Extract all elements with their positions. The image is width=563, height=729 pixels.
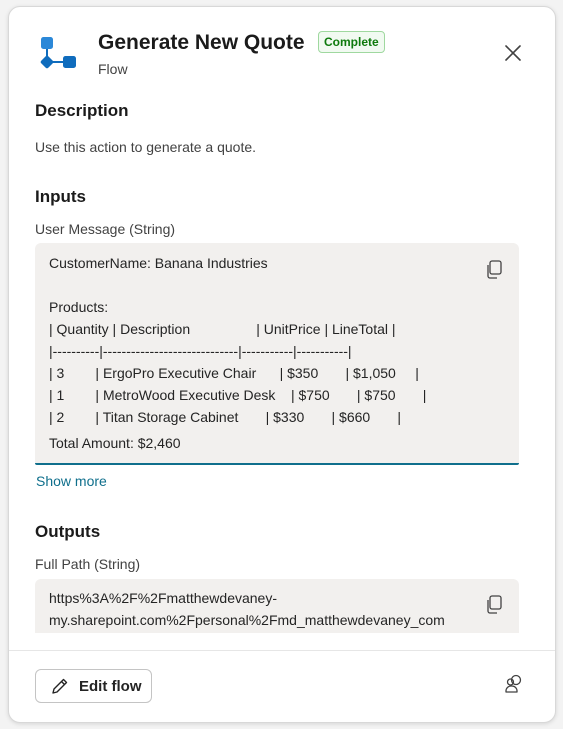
user-message-value-box[interactable]: CustomerName: Banana Industries Products… <box>35 243 519 465</box>
input-line: | 2 | Titan Storage Cabinet | $330 | $66… <box>49 409 402 425</box>
edit-flow-label: Edit flow <box>79 678 142 695</box>
input-line: Total Amount: $2,460 <box>49 435 181 451</box>
copy-icon[interactable] <box>485 260 503 280</box>
input-line: CustomerName: Banana Industries <box>49 255 268 271</box>
input-line: | 1 | MetroWood Executive Desk | $750 | … <box>49 387 427 403</box>
edit-flow-button[interactable]: Edit flow <box>35 669 152 703</box>
description-text: Use this action to generate a quote. <box>35 139 257 155</box>
footer-divider <box>9 650 555 651</box>
outputs-heading: Outputs <box>35 522 101 541</box>
user-message-label: User Message (String) <box>35 221 176 237</box>
input-line: Products: <box>49 299 109 315</box>
flow-subtitle: Flow <box>98 61 128 77</box>
close-icon[interactable] <box>501 41 525 65</box>
output-line: https%3A%2F%2Fmatthewdevaney- <box>49 590 277 606</box>
flow-icon <box>40 37 76 69</box>
pencil-icon <box>52 678 68 694</box>
full-path-label: Full Path (String) <box>35 556 141 572</box>
input-line: |----------|----------------------------… <box>49 343 352 359</box>
status-badge: Complete <box>318 31 385 53</box>
show-more-link[interactable]: Show more <box>36 473 107 489</box>
full-path-value-box[interactable]: https%3A%2F%2Fmatthewdevaney- my.sharepo… <box>35 579 519 633</box>
output-line: my.sharepoint.com%2Fpersonal%2Fmd_matthe… <box>49 612 445 628</box>
input-line: | Quantity | Description | UnitPrice | L… <box>49 321 396 337</box>
panel-header: Generate New Quote Complete Flow <box>9 7 555 97</box>
input-line: | 3 | ErgoPro Executive Chair | $350 | $… <box>49 365 419 381</box>
flow-title: Generate New Quote <box>98 31 305 54</box>
flow-details-panel: Generate New Quote Complete Flow Descrip… <box>8 6 556 723</box>
feedback-icon[interactable] <box>503 674 525 696</box>
copy-icon[interactable] <box>485 595 503 615</box>
description-heading: Description <box>35 101 129 120</box>
inputs-heading: Inputs <box>35 187 86 206</box>
